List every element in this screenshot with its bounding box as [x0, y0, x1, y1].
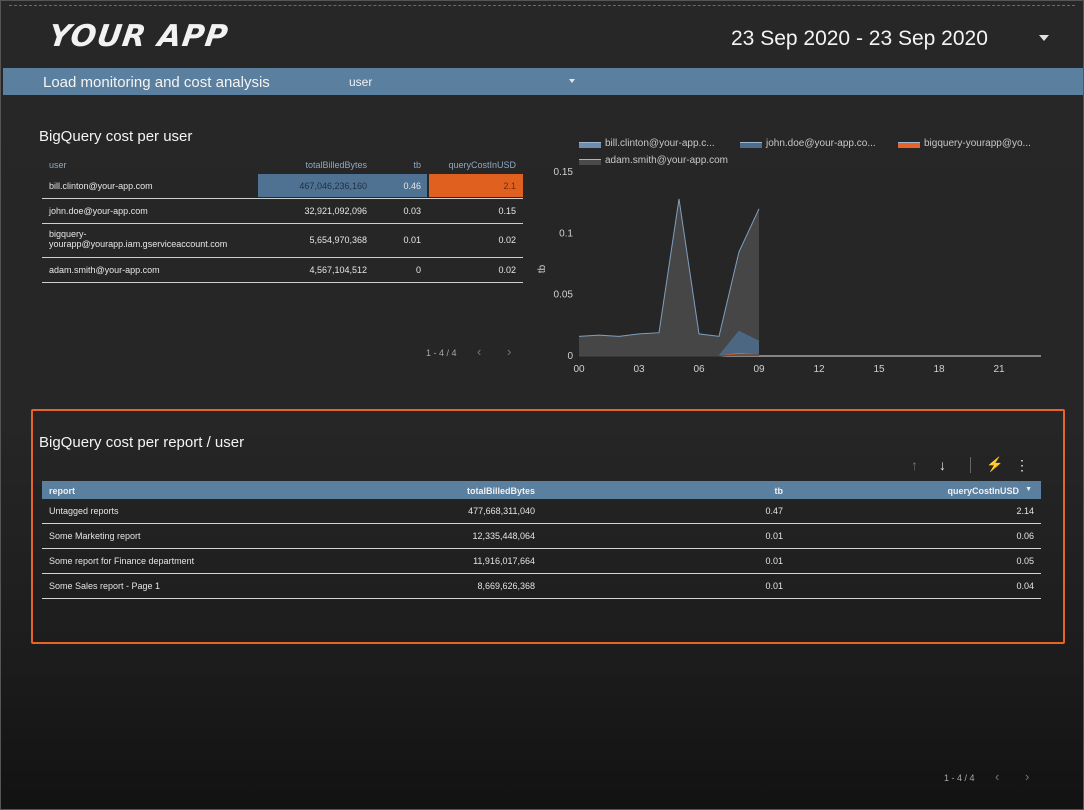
- filter-bar: Load monitoring and cost analysis user: [3, 68, 1083, 95]
- table-row[interactable]: john.doe@your-app.com 32,921,092,096 0.03 0…: [42, 199, 523, 224]
- legend-swatch: [740, 142, 762, 148]
- legend-label[interactable]: bigquery-yourapp@yo...: [924, 138, 1031, 149]
- card-title-cost-per-report: BigQuery cost per report / user: [39, 434, 245, 451]
- cell-tb: 0.01: [403, 235, 421, 245]
- cell-querycost: 0.05: [1016, 556, 1034, 566]
- cell-tb: 0.47: [765, 506, 783, 516]
- toolbar-divider: [970, 457, 971, 473]
- chevron-down-icon[interactable]: [1039, 35, 1049, 41]
- cell-totalbilledbytes: 32,921,092,096: [304, 205, 367, 216]
- cell-totalbilledbytes: 467,046,236,160: [299, 180, 367, 191]
- table-row[interactable]: bigquery- yourapp@yourapp.iam.gserviceac…: [42, 224, 523, 258]
- user-filter-dropdown[interactable]: user: [349, 75, 372, 89]
- cost-per-user-table: user totalBilledBytes tb queryCostInUSD …: [42, 156, 523, 283]
- arrow-up-icon[interactable]: ↑: [911, 457, 918, 473]
- y-tick-label: 0.15: [554, 167, 574, 178]
- cell-querycost: 2.1: [503, 180, 516, 191]
- cell-user: bigquery- yourapp@yourapp.iam.gserviceac…: [49, 229, 228, 249]
- tb-area-chart: 0 0.05 0.1 0.15 tb 00 03 06 09 12 15 18 21: [537, 167, 1041, 375]
- cell-report: Some Marketing report: [49, 531, 141, 541]
- cell-querycost: 2.14: [1016, 506, 1034, 516]
- table-header: user totalBilledBytes tb queryCostInUSD: [42, 156, 523, 174]
- next-page-icon[interactable]: ›: [507, 344, 511, 359]
- column-header-report[interactable]: report: [49, 486, 75, 496]
- cell-totalbilledbytes: 8,669,626,368: [477, 581, 535, 591]
- y-tick-label: 0: [567, 351, 573, 362]
- frame-top-border: [9, 5, 1075, 6]
- table-row[interactable]: adam.smith@your-app.com 4,567,104,512 0 0.0…: [42, 258, 523, 283]
- date-range-picker[interactable]: 23 Sep 2020 - 23 Sep 2020: [731, 27, 988, 51]
- cell-querycost: 0.15: [498, 205, 516, 216]
- column-header-querycost[interactable]: queryCostInUSD: [947, 486, 1019, 496]
- table-pager: 1 - 4 / 4: [426, 348, 457, 358]
- cell-querycost: 0.02: [498, 264, 516, 275]
- table-row[interactable]: Some Sales report - Page 1 8,669,626,368 0…: [42, 574, 1041, 599]
- cell-user: john.doe@your-app.com: [49, 205, 148, 216]
- table-row[interactable]: Untagged reports 477,668,311,040 0.47 2.14: [42, 499, 1041, 524]
- cell-totalbilledbytes: 12,335,448,064: [472, 531, 535, 541]
- cell-report: Some Sales report - Page 1: [49, 581, 161, 591]
- legend-label[interactable]: bill.clinton@your-app.c...: [605, 138, 715, 149]
- y-tick-label: 0.05: [554, 290, 574, 301]
- cell-querycost: 0.02: [498, 235, 516, 245]
- legend-label[interactable]: john.doe@your-app.co...: [766, 138, 876, 149]
- more-vertical-icon[interactable]: ⋮: [1015, 457, 1029, 474]
- cell-report: Some report for Finance department: [49, 556, 195, 566]
- card-title-cost-per-user: BigQuery cost per user: [39, 128, 193, 145]
- dashboard-frame: YOUR APP 23 Sep 2020 - 23 Sep 2020 Load …: [0, 0, 1084, 810]
- previous-page-icon[interactable]: ‹: [477, 344, 481, 359]
- dropdown-caret-icon[interactable]: [569, 79, 575, 83]
- sort-desc-icon[interactable]: ▼: [1025, 486, 1032, 493]
- x-tick-label: 18: [933, 364, 945, 375]
- cell-user: adam.smith@your-app.com: [49, 264, 160, 275]
- cell-tb: 0.01: [765, 531, 783, 541]
- column-header-totalbilledbytes[interactable]: totalBilledBytes: [305, 160, 367, 170]
- column-header-tb[interactable]: tb: [775, 486, 784, 496]
- cell-totalbilledbytes: 4,567,104,512: [309, 264, 367, 275]
- previous-page-icon[interactable]: ‹: [995, 769, 999, 784]
- column-header-querycost[interactable]: queryCostInUSD: [448, 160, 516, 170]
- arrow-down-icon[interactable]: ↓: [939, 457, 946, 473]
- y-axis-label: tb: [537, 264, 548, 273]
- cell-tb: 0.01: [765, 581, 783, 591]
- x-tick-label: 00: [573, 364, 585, 375]
- cell-report: Untagged reports: [49, 506, 119, 516]
- cell-tb: 0.01: [765, 556, 783, 566]
- table-row[interactable]: bill.clinton@your-app.com 467,046,236,160…: [42, 174, 523, 199]
- app-logo: YOUR APP: [46, 19, 231, 54]
- legend-swatch: [898, 142, 920, 148]
- cell-totalbilledbytes: 11,916,017,664: [473, 556, 535, 566]
- lightning-icon[interactable]: ⚡: [986, 456, 1003, 473]
- cell-totalbilledbytes: 5,654,970,368: [309, 235, 367, 245]
- x-tick-label: 15: [873, 364, 885, 375]
- cell-tb: 0.03: [403, 205, 421, 216]
- cost-per-report-table: report totalBilledBytes tb queryCostInUS…: [42, 481, 1041, 599]
- x-tick-label: 03: [633, 364, 645, 375]
- cell-tb: 0: [415, 264, 421, 275]
- y-tick-label: 0.1: [559, 228, 573, 239]
- cell-totalbilledbytes: 477,668,311,040: [468, 506, 535, 516]
- column-header-tb[interactable]: tb: [413, 160, 421, 170]
- table-row[interactable]: Some report for Finance department 11,916…: [42, 549, 1041, 574]
- x-tick-label: 09: [753, 364, 765, 375]
- table-header: report totalBilledBytes tb queryCostInUS…: [42, 481, 1041, 499]
- table-row[interactable]: Some Marketing report 12,335,448,064 0.01 0…: [42, 524, 1041, 549]
- legend-swatch: [579, 142, 601, 148]
- x-tick-label: 12: [813, 364, 825, 375]
- x-tick-label: 21: [993, 364, 1005, 375]
- report-table-pager: 1 - 4 / 4: [944, 773, 975, 783]
- next-page-icon[interactable]: ›: [1025, 769, 1029, 784]
- series-area: [579, 198, 759, 356]
- page-title: Load monitoring and cost analysis: [43, 74, 270, 91]
- cell-querycost: 0.06: [1016, 531, 1034, 541]
- column-header-user[interactable]: user: [49, 160, 67, 170]
- cell-tb: 0.46: [403, 180, 421, 191]
- column-header-totalbilledbytes[interactable]: totalBilledBytes: [467, 486, 535, 496]
- cell-querycost: 0.04: [1016, 581, 1034, 591]
- cell-user: bill.clinton@your-app.com: [49, 180, 153, 191]
- x-tick-label: 06: [693, 364, 705, 375]
